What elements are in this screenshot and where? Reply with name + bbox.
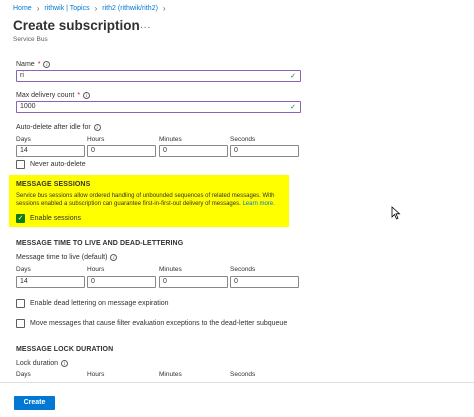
learn-more-link[interactable]: Learn more.	[242, 201, 274, 207]
info-icon[interactable]: i	[93, 124, 101, 131]
name-input[interactable]: ri ✓	[16, 70, 301, 82]
checkmark-icon: ✓	[290, 73, 296, 80]
ttl-days-input[interactable]: 14	[16, 276, 85, 288]
sessions-description-text: Service bus sessions allow ordered handl…	[16, 193, 275, 207]
breadcrumb-topics[interactable]: rithwik | Topics	[44, 5, 89, 12]
never-autodelete-label: Never auto-delete	[30, 161, 86, 168]
ttl-hours-label: Hours	[87, 266, 105, 273]
lock-days-label: Days	[16, 371, 31, 378]
autodelete-minutes-label: Minutes	[159, 136, 182, 143]
ttl-hours-input[interactable]: 0	[87, 276, 156, 288]
autodelete-label: Auto-delete after idle for i	[16, 124, 101, 131]
ttl-minutes-label: Minutes	[159, 266, 182, 273]
required-marker: *	[77, 92, 81, 99]
info-icon[interactable]: i	[83, 92, 91, 99]
mouse-cursor-icon	[391, 206, 401, 220]
deadletter-filter-checkbox[interactable]	[16, 319, 25, 328]
max-delivery-label: Max delivery count * i	[16, 92, 91, 99]
never-autodelete-checkbox[interactable]	[16, 160, 25, 169]
max-delivery-label-text: Max delivery count	[16, 92, 75, 99]
lock-seconds-label: Seconds	[230, 371, 256, 378]
breadcrumb: Home › rithwik | Topics › rith2 (rithwik…	[13, 4, 166, 13]
autodelete-label-text: Auto-delete after idle for	[16, 124, 91, 131]
page-subtitle: Service Bus	[13, 36, 48, 43]
autodelete-days-input[interactable]: 14	[16, 145, 85, 157]
name-label: Name * i	[16, 61, 51, 68]
max-delivery-input[interactable]: 1000 ✓	[16, 101, 301, 113]
chevron-right-icon: ›	[94, 4, 98, 13]
deadletter-expiration-label: Enable dead lettering on message expirat…	[30, 300, 169, 307]
name-input-value: ri	[20, 72, 24, 79]
autodelete-hours-label: Hours	[87, 136, 105, 143]
more-options-icon[interactable]: ...	[140, 20, 151, 31]
enable-sessions-label: Enable sessions	[30, 215, 81, 222]
info-icon[interactable]: i	[43, 61, 51, 68]
lock-hours-label: Hours	[87, 371, 105, 378]
ttl-heading: MESSAGE TIME TO LIVE AND DEAD-LETTERING	[16, 240, 184, 247]
lock-heading: MESSAGE LOCK DURATION	[16, 346, 114, 353]
deadletter-filter-label: Move messages that cause filter evaluati…	[30, 320, 288, 327]
breadcrumb-topic[interactable]: rith2 (rithwik/rith2)	[102, 5, 158, 12]
name-label-text: Name	[16, 61, 35, 68]
breadcrumb-home[interactable]: Home	[13, 5, 32, 12]
ttl-seconds-label: Seconds	[230, 266, 256, 273]
ttl-label-text: Message time to live (default)	[16, 254, 108, 261]
lock-minutes-label: Minutes	[159, 371, 182, 378]
checkmark-icon: ✓	[290, 104, 296, 111]
footer-bar	[0, 382, 474, 417]
autodelete-days-label: Days	[16, 136, 31, 143]
lock-label-text: Lock duration	[16, 360, 59, 367]
lock-label: Lock duration i	[16, 360, 69, 367]
page-title: Create subscription	[13, 18, 140, 33]
create-button[interactable]: Create	[14, 396, 55, 410]
chevron-right-icon: ›	[36, 4, 40, 13]
sessions-heading: MESSAGE SESSIONS	[16, 181, 91, 188]
autodelete-hours-input[interactable]: 0	[87, 145, 156, 157]
autodelete-seconds-input[interactable]: 0	[230, 145, 299, 157]
max-delivery-input-value: 1000	[20, 103, 36, 110]
enable-sessions-checkbox[interactable]: ✓	[16, 214, 25, 223]
ttl-seconds-input[interactable]: 0	[230, 276, 299, 288]
chevron-right-icon: ›	[162, 4, 166, 13]
sessions-description: Service bus sessions allow ordered handl…	[16, 192, 286, 208]
ttl-minutes-input[interactable]: 0	[159, 276, 228, 288]
ttl-days-label: Days	[16, 266, 31, 273]
deadletter-expiration-checkbox[interactable]	[16, 299, 25, 308]
info-icon[interactable]: i	[61, 360, 69, 367]
ttl-label: Message time to live (default) i	[16, 254, 118, 261]
required-marker: *	[37, 61, 41, 68]
info-icon[interactable]: i	[110, 254, 118, 261]
autodelete-minutes-input[interactable]: 0	[159, 145, 228, 157]
autodelete-seconds-label: Seconds	[230, 136, 256, 143]
